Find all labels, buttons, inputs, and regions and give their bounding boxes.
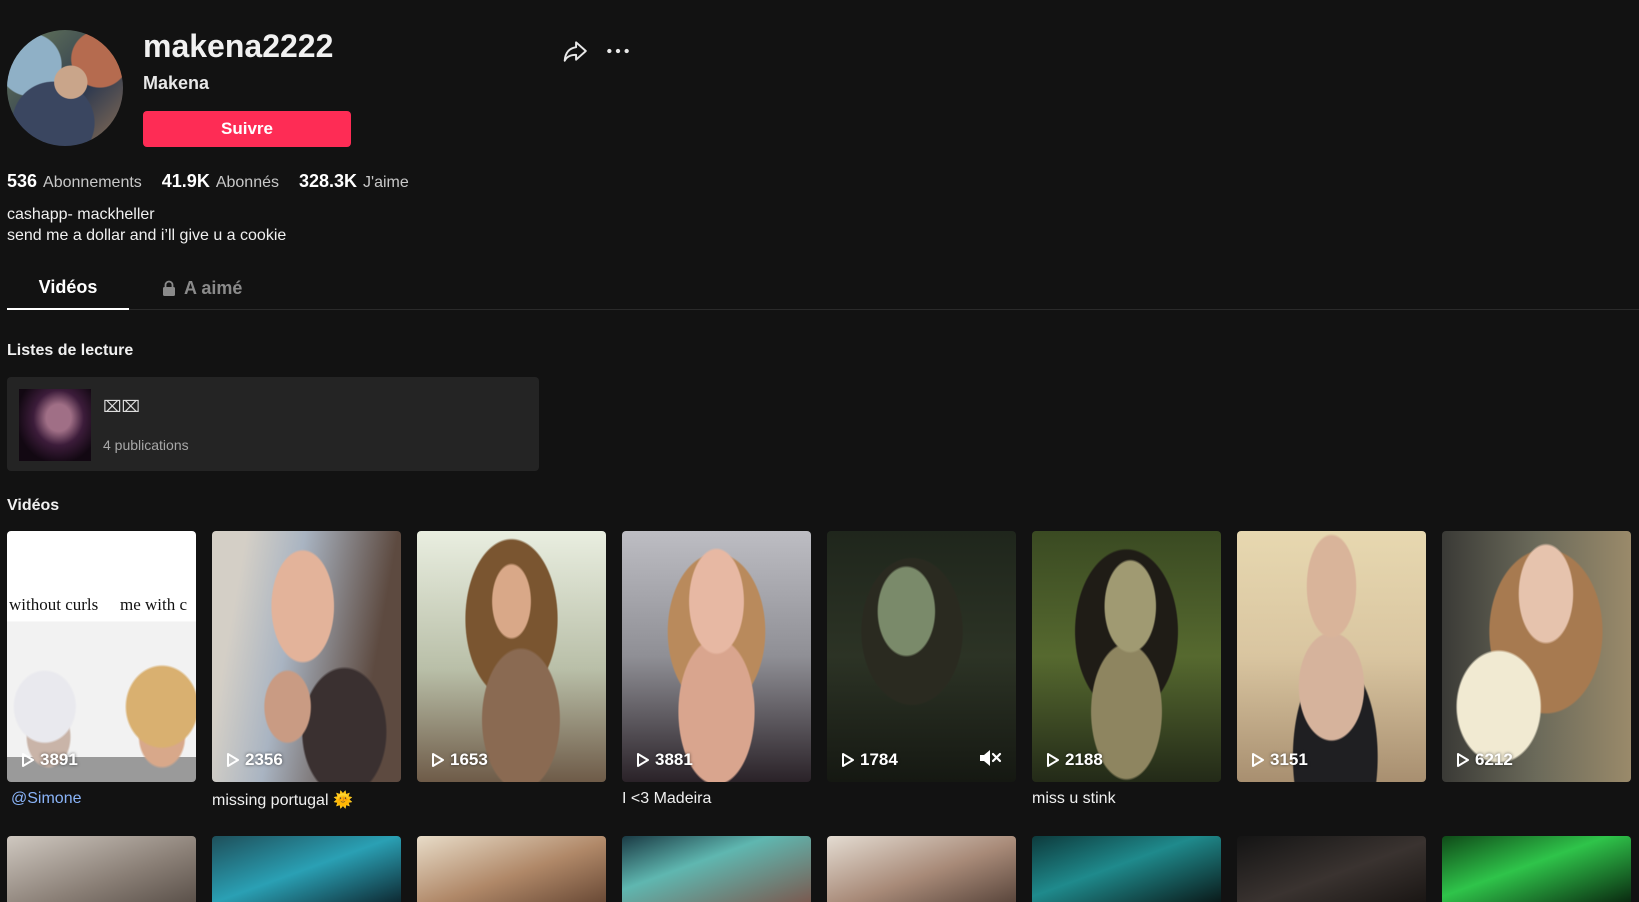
stat-label: Abonnés <box>215 174 279 191</box>
tab-label: A aimé <box>184 277 243 298</box>
video-caption[interactable]: @Simone <box>11 790 200 808</box>
play-icon <box>1252 753 1264 767</box>
profile-tabs: Vidéos A aimé <box>7 267 1639 310</box>
video-thumbnail: without curls me with c <box>7 531 196 782</box>
video-thumbnail <box>417 531 606 782</box>
bio: cashapp- mackheller send me a dollar and… <box>7 204 286 246</box>
video-card[interactable] <box>7 836 196 902</box>
thumbnail-overlay-text: me with c <box>120 595 188 614</box>
play-icon <box>842 753 854 767</box>
play-icon <box>1457 753 1469 767</box>
username: makena2222 <box>143 28 334 64</box>
view-count-value: 3151 <box>1270 750 1308 769</box>
stat-value: 328.3K <box>299 171 358 191</box>
view-count-value: 1653 <box>450 750 488 769</box>
view-count-value: 3891 <box>40 750 78 769</box>
view-count: 3151 <box>1251 750 1308 770</box>
nickname: Makena <box>143 73 210 93</box>
video-card[interactable] <box>1237 836 1426 902</box>
stat-value: 41.9K <box>161 171 210 191</box>
mute-icon[interactable] <box>978 747 1002 769</box>
lock-icon <box>163 280 175 296</box>
video-caption[interactable]: missing portugal 🌞 <box>212 790 401 810</box>
view-count-value: 1784 <box>860 750 898 769</box>
thumbnail-overlay-text: without curls <box>9 595 99 614</box>
follow-button[interactable]: Suivre <box>143 111 351 147</box>
play-icon <box>22 753 34 767</box>
view-count-value: 2356 <box>245 750 283 769</box>
view-count: 2188 <box>1046 750 1103 770</box>
videos-section-title: Vidéos <box>7 497 60 514</box>
playlists-section-title: Listes de lecture <box>7 342 134 359</box>
more-icon[interactable] <box>605 38 631 64</box>
play-icon <box>1047 753 1059 767</box>
video-caption[interactable]: I <3 Madeira <box>622 790 811 808</box>
play-icon <box>432 753 444 767</box>
video-thumbnail <box>1032 531 1221 782</box>
video-card[interactable] <box>827 836 1016 902</box>
video-thumbnail <box>622 531 811 782</box>
stat-followers[interactable]: 41.9K Abonnés <box>162 170 279 194</box>
video-card[interactable] <box>212 836 401 902</box>
stat-following[interactable]: 536 Abonnements <box>7 170 142 194</box>
playlist-title: ⌧⌧ <box>103 397 140 416</box>
view-count-value: 6212 <box>1475 750 1513 769</box>
stat-label: J'aime <box>363 174 409 191</box>
playlist-card[interactable]: ⌧⌧ 4 publications <box>7 377 539 471</box>
bio-line: send me a dollar and i’ll give u a cooki… <box>7 227 287 244</box>
video-card[interactable] <box>417 836 606 902</box>
video-thumbnail <box>1237 531 1426 782</box>
view-count: 2356 <box>226 750 283 770</box>
playlist-count: 4 publications <box>103 437 189 453</box>
video-card[interactable] <box>1032 836 1221 902</box>
video-thumbnail <box>212 531 401 782</box>
playlist-thumbnail <box>19 389 91 461</box>
video-thumbnail <box>827 531 1016 782</box>
stat-likes: 328.3K J'aime <box>299 170 409 194</box>
bio-line: cashapp- mackheller <box>7 206 155 223</box>
view-count-value: 2188 <box>1065 750 1103 769</box>
video-thumbnail <box>1442 531 1631 782</box>
avatar[interactable] <box>7 30 123 146</box>
view-count: 1653 <box>431 750 488 770</box>
view-count: 3881 <box>636 750 693 770</box>
video-card[interactable] <box>622 836 811 902</box>
view-count: 6212 <box>1456 750 1513 770</box>
video-card[interactable] <box>1442 836 1631 902</box>
video-caption[interactable]: miss u stink <box>1032 790 1221 808</box>
tab-videos[interactable]: Vidéos <box>7 267 129 310</box>
profile-stats: 536 Abonnements 41.9K Abonnés 328.3K J'a… <box>7 170 429 194</box>
stat-value: 536 <box>7 171 38 191</box>
view-count: 3891 <box>21 750 78 770</box>
play-icon <box>637 753 649 767</box>
tab-label: Vidéos <box>38 277 98 297</box>
view-count-value: 3881 <box>655 750 693 769</box>
share-icon[interactable] <box>562 38 588 64</box>
tab-liked[interactable]: A aimé <box>162 267 242 308</box>
play-icon <box>227 753 239 767</box>
view-count: 1784 <box>841 750 898 770</box>
stat-label: Abonnements <box>43 174 142 191</box>
